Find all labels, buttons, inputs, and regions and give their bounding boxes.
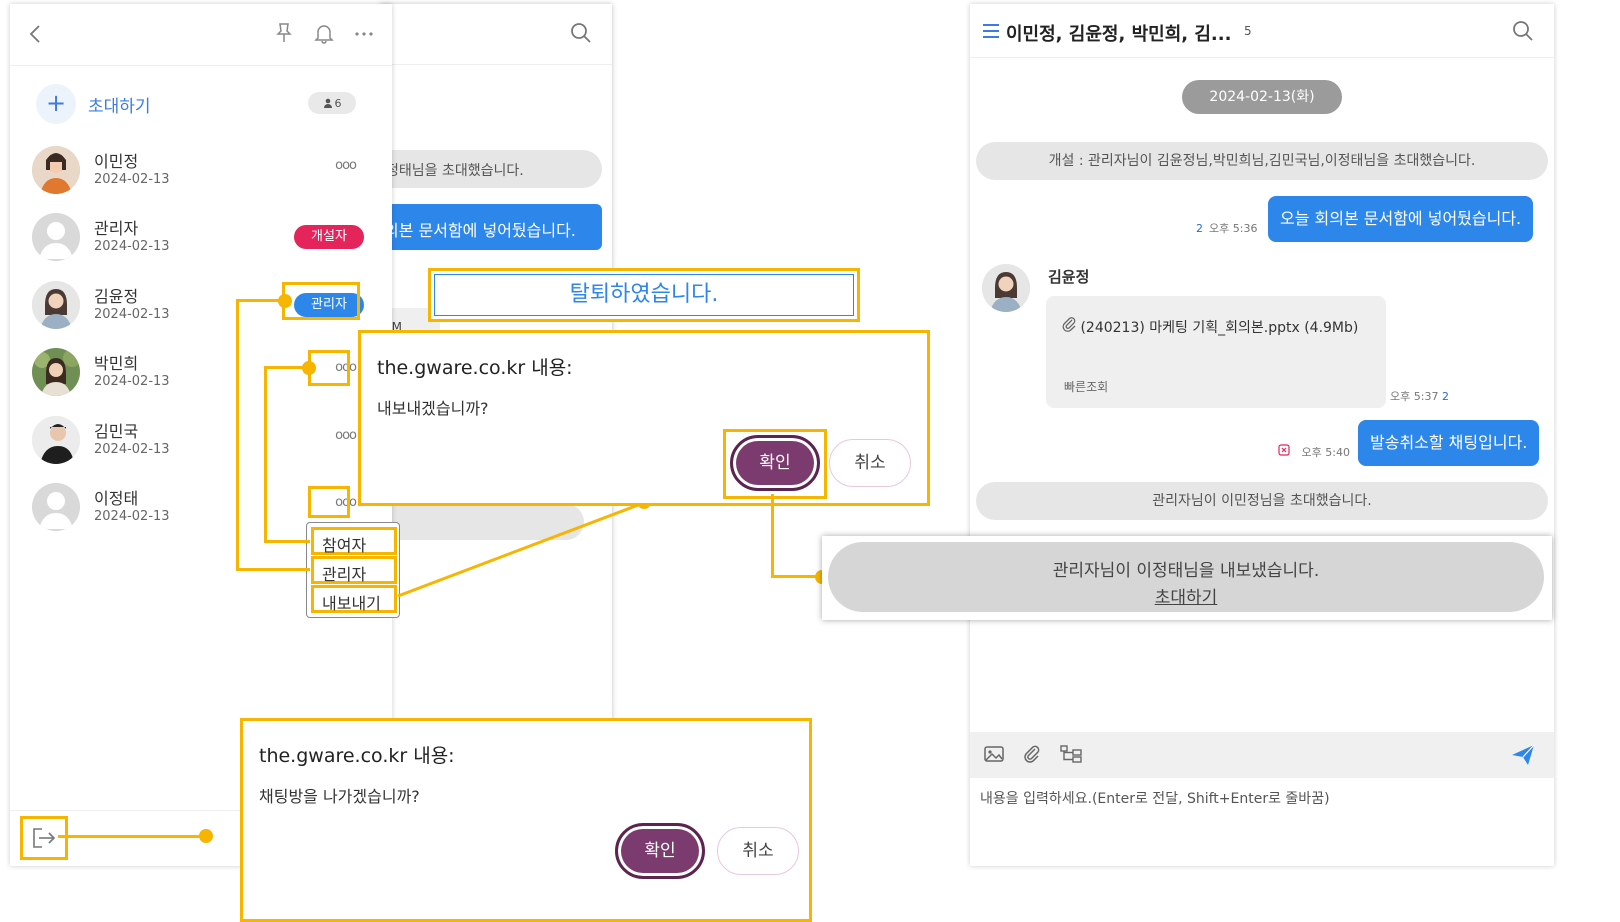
sender-avatar	[982, 264, 1030, 312]
paperclip-icon	[1062, 316, 1076, 332]
participant-count: 5	[1244, 24, 1252, 38]
file-name: (240213) 마케팅 기획_회의본.pptx (4.9Mb)	[1080, 320, 1359, 336]
message-time: 오후 5:40	[1301, 446, 1350, 459]
cancel-send-icon[interactable]	[1278, 444, 1290, 456]
unread-count: 2	[1441, 390, 1449, 403]
date-divider: 2024-02-13(화)	[1182, 80, 1342, 114]
message-meta: 오후 5:40	[1278, 444, 1350, 460]
org-chart-icon[interactable]	[1060, 744, 1082, 764]
confirm-button[interactable]: 확인	[615, 823, 705, 879]
left-room-text: 탈퇴하였습니다.	[434, 274, 854, 316]
my-message-bubble[interactable]: 발송취소할 채팅입니다.	[1358, 420, 1540, 466]
kick-confirm-dialog: the.gware.co.kr 내용: 내보내겠습니까? 확인 취소	[358, 330, 930, 506]
confirm-button[interactable]: 확인	[730, 435, 820, 491]
sender-name: 김윤정	[1048, 268, 1090, 286]
cancel-button[interactable]: 취소	[717, 827, 799, 875]
dialog-message: 채팅방을 나가겠습니까?	[259, 787, 420, 806]
file-name-row[interactable]: (240213) 마케팅 기획_회의본.pptx (4.9Mb)	[1062, 316, 1372, 340]
message-time: 오후 5:36	[1209, 222, 1258, 235]
kicked-notice-text: 관리자님이 이정태님을 내보냈습니다.	[1052, 561, 1320, 581]
dialog-origin: the.gware.co.kr 내용:	[377, 357, 573, 379]
left-room-banner: 탈퇴하였습니다.	[428, 268, 860, 322]
kicked-notice-bubble: 관리자님이 이정태님을 내보냈습니다. 초대하기	[828, 542, 1544, 612]
message-input[interactable]: 내용을 입력하세요.(Enter로 전달, Shift+Enter로 줄바꿈)	[980, 788, 1330, 808]
image-icon[interactable]	[984, 744, 1004, 764]
unread-count: 2	[1196, 222, 1203, 235]
my-message-bubble[interactable]: 오늘 회의본 문서함에 넣어뒀습니다.	[1268, 196, 1534, 242]
connector-line	[771, 494, 774, 578]
kicked-notice-popup: 관리자님이 이정태님을 내보냈습니다. 초대하기	[822, 536, 1552, 620]
connector-dot	[199, 829, 213, 843]
menu-icon[interactable]	[982, 22, 1000, 40]
system-message: 개설 : 관리자님이 김윤정님,박민희님,김민국님,이정태님을 초대했습니다.	[976, 142, 1548, 180]
invite-link[interactable]: 초대하기	[1155, 583, 1218, 608]
message-meta: 2 오후 5:36	[1196, 220, 1257, 236]
dialog-message: 내보내겠습니까?	[377, 399, 489, 418]
attach-icon[interactable]	[1022, 744, 1042, 764]
search-icon[interactable]	[1512, 20, 1534, 42]
chat-title: 이민정, 김윤정, 박민희, 김...	[1006, 24, 1232, 45]
chat-header: 이민정, 김윤정, 박민희, 김... 5	[970, 4, 1554, 58]
quick-view-link[interactable]: 빠른조회	[1064, 378, 1108, 395]
connector-line	[58, 835, 208, 838]
message-time: 오후 5:37	[1390, 390, 1439, 403]
cancel-button[interactable]: 취소	[829, 439, 911, 487]
chat-room-panel: 이민정, 김윤정, 박민희, 김... 5 2024-02-13(화) 개설 :…	[970, 4, 1554, 866]
dialog-origin: the.gware.co.kr 내용:	[259, 745, 455, 767]
system-message: 관리자님이 이민정님을 초대했습니다.	[976, 482, 1548, 520]
file-message-bubble[interactable]: (240213) 마케팅 기획_회의본.pptx (4.9Mb) 빠른조회	[1046, 296, 1386, 408]
leave-confirm-dialog: the.gware.co.kr 내용: 채팅방을 나가겠습니까? 확인 취소	[240, 718, 812, 922]
composer-toolbar	[970, 732, 1554, 778]
send-icon[interactable]	[1510, 742, 1536, 768]
message-meta: 오후 5:37 2	[1390, 388, 1455, 404]
